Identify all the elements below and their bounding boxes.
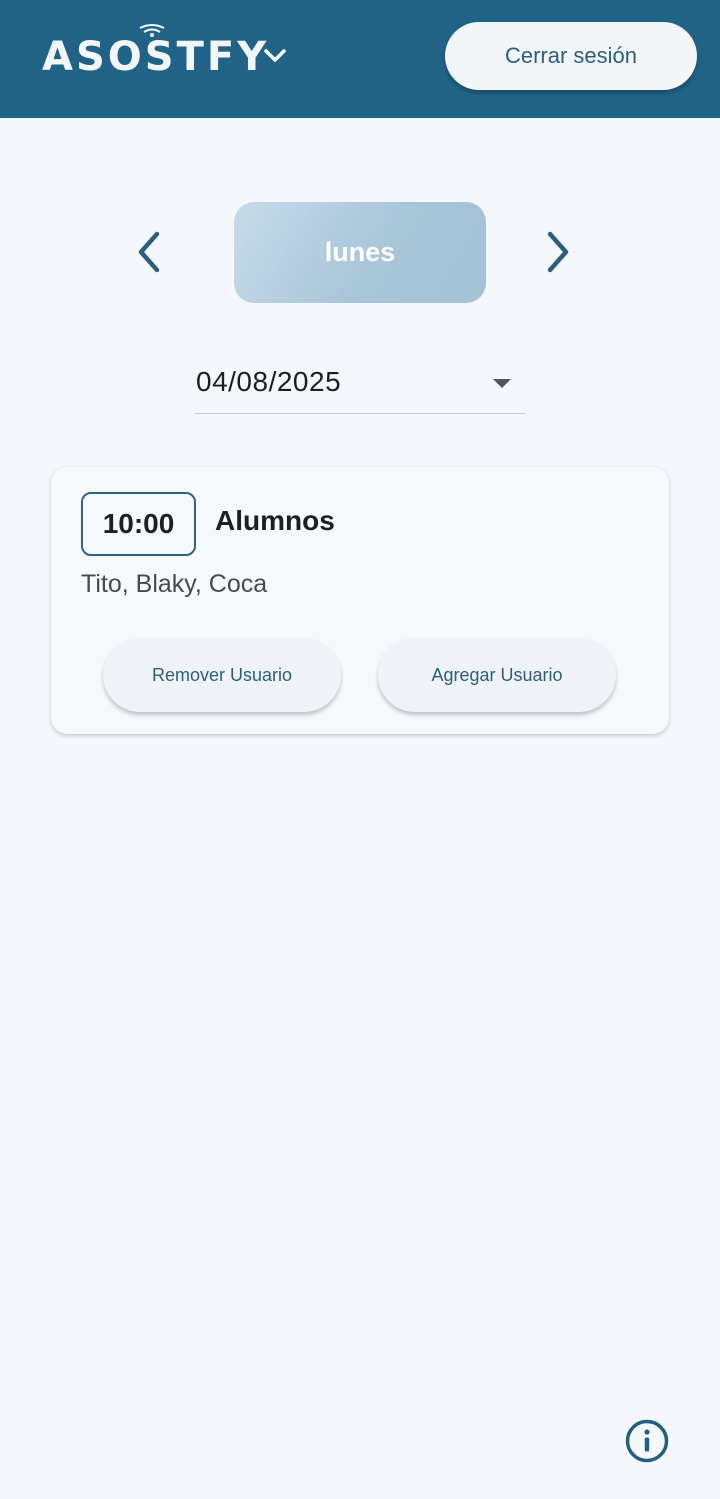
remove-user-button[interactable]: Remover Usuario	[103, 638, 341, 712]
menu-toggle[interactable]	[258, 40, 292, 72]
date-dropdown[interactable]: 04/08/2025	[195, 360, 525, 414]
day-label: lunes	[324, 237, 396, 267]
date-value: 04/08/2025	[196, 366, 342, 397]
previous-day-button[interactable]	[125, 228, 173, 276]
dropdown-caret-icon	[493, 379, 511, 388]
chevron-right-icon	[547, 231, 569, 273]
session-time: 10:00	[102, 508, 175, 539]
add-user-button[interactable]: Agregar Usuario	[378, 638, 616, 712]
next-day-button[interactable]	[534, 228, 582, 276]
day-label-pill: lunes	[234, 202, 486, 303]
session-card: 10:00 Alumnos Tito, Blaky, Coca Remover …	[51, 467, 669, 734]
session-members: Tito, Blaky, Coca	[81, 570, 268, 598]
chevron-left-icon	[138, 231, 160, 273]
app-logo: ASOSTFY	[42, 22, 266, 80]
session-time-badge: 10:00	[81, 492, 196, 556]
session-group-title: Alumnos	[215, 505, 335, 536]
chevron-down-icon	[264, 49, 286, 62]
info-icon	[625, 1419, 669, 1463]
app-header: ASOSTFY Cerrar sesión	[0, 0, 720, 118]
logo-text: ASOSTFY	[42, 34, 270, 80]
info-button[interactable]	[624, 1418, 670, 1464]
logout-button[interactable]: Cerrar sesión	[445, 22, 697, 90]
